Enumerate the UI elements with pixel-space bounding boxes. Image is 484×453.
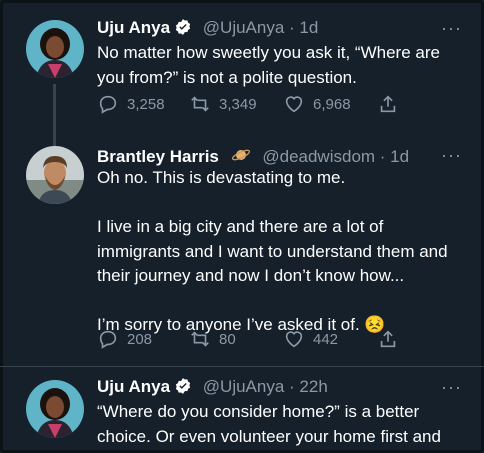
tweet-text: No matter how sweetly you ask it, “Where… xyxy=(97,43,440,87)
tweet-actions: 208 80 442 xyxy=(97,327,407,351)
heart-icon xyxy=(285,96,303,113)
author-name[interactable]: Brantley Harris xyxy=(97,147,219,166)
saturn-icon xyxy=(231,149,250,161)
author-handle[interactable]: @UjuAnya xyxy=(203,18,285,37)
tweet-header: Uju Anya @UjuAnya · 1d xyxy=(97,18,318,38)
reply-button[interactable]: 3,258 xyxy=(97,93,189,115)
retweet-icon xyxy=(191,96,209,112)
avatar-uju-anya[interactable] xyxy=(26,380,84,438)
avatar-brantley-harris[interactable] xyxy=(26,146,84,204)
tweet-text: Oh no. This is devastating to me. I live… xyxy=(97,168,448,334)
verified-icon xyxy=(175,378,191,394)
tweet-divider xyxy=(0,366,484,367)
tweet-time[interactable]: · 1d xyxy=(380,147,409,166)
tweet-time[interactable]: · 1d xyxy=(289,18,318,37)
share-icon xyxy=(380,95,396,113)
verified-icon xyxy=(175,19,191,35)
share-button[interactable] xyxy=(377,93,399,115)
thread-line xyxy=(53,84,56,146)
author-name[interactable]: Uju Anya xyxy=(97,377,170,396)
tweet-actions: 3,258 3,349 6,968 xyxy=(97,92,407,116)
author-name[interactable]: Uju Anya xyxy=(97,18,170,37)
share-button[interactable] xyxy=(377,328,399,350)
tweet-header: Brantley Harris @deadwisdom · 1d xyxy=(97,145,409,167)
retweet-icon xyxy=(191,331,209,347)
tweet-header: Uju Anya @UjuAnya · 22h xyxy=(97,377,328,397)
like-button[interactable]: 442 xyxy=(283,328,377,350)
reply-icon xyxy=(99,95,117,114)
author-handle[interactable]: @UjuAnya xyxy=(203,377,285,396)
author-handle[interactable]: @deadwisdom xyxy=(262,147,375,166)
heart-icon xyxy=(285,331,303,348)
more-icon[interactable]: ··· xyxy=(441,18,462,39)
like-button[interactable]: 6,968 xyxy=(283,93,377,115)
reply-button[interactable]: 208 xyxy=(97,328,189,350)
share-icon xyxy=(380,330,396,348)
reply-icon xyxy=(99,330,117,349)
more-icon[interactable]: ··· xyxy=(441,377,462,398)
tweet-time[interactable]: · 22h xyxy=(289,377,328,396)
avatar-uju-anya[interactable] xyxy=(26,20,84,78)
more-icon[interactable]: ··· xyxy=(441,145,462,166)
retweet-button[interactable]: 3,349 xyxy=(189,93,283,115)
tweet-text: “Where do you consider home?” is a bette… xyxy=(97,402,441,446)
retweet-button[interactable]: 80 xyxy=(189,328,283,350)
